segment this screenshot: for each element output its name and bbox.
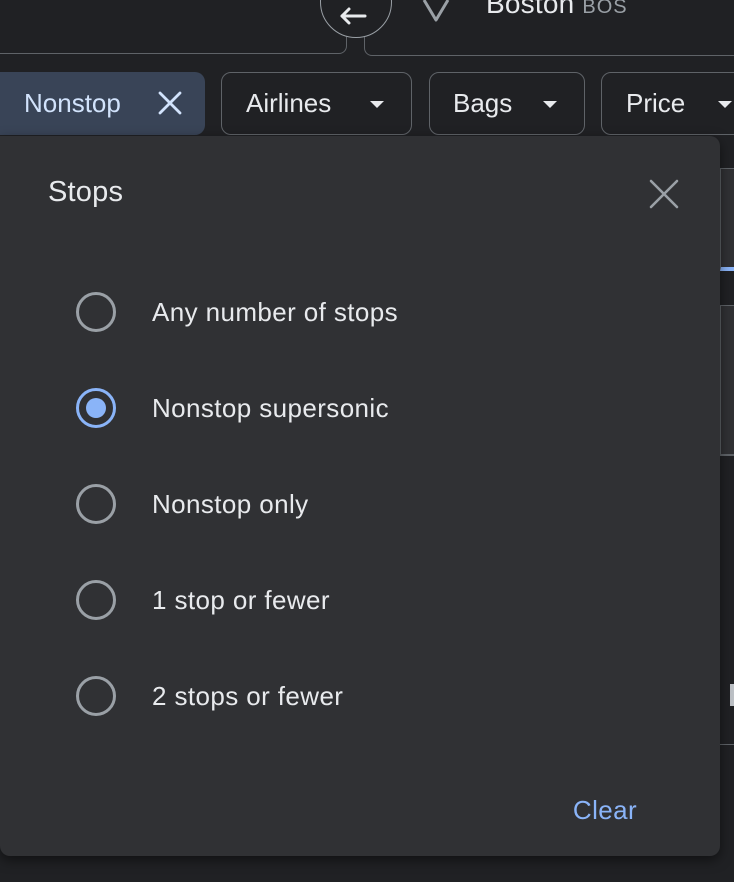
chip-label: Airlines <box>246 88 332 118</box>
stops-option-nonstop-supersonic[interactable]: Nonstop supersonic <box>70 378 630 438</box>
option-label: 1 stop or fewer <box>152 584 330 615</box>
dropdown-caret-icon <box>718 101 732 108</box>
radio-button[interactable] <box>76 388 116 428</box>
nonstop-filter-chip[interactable]: Nonstop <box>0 72 205 135</box>
destination-city: Boston <box>486 0 575 19</box>
chip-label: Bags <box>453 88 513 118</box>
swap-arrows-icon <box>340 7 367 25</box>
close-icon <box>649 179 679 209</box>
radio-button[interactable] <box>76 676 116 716</box>
destination-code: BOS <box>582 0 628 18</box>
background-text-fragment <box>730 684 734 706</box>
dropdown-caret-icon <box>543 101 557 108</box>
location-pin-icon <box>422 0 450 22</box>
panel-title: Stops <box>48 176 124 208</box>
option-label: 2 stops or fewer <box>152 680 344 711</box>
stops-dropdown-panel: Stops Any number of stops Nonstop supers… <box>0 136 720 856</box>
stops-option-two-stops[interactable]: 2 stops or fewer <box>70 666 630 726</box>
dropdown-caret-icon <box>370 101 384 108</box>
origin-field[interactable] <box>0 0 347 54</box>
close-button[interactable] <box>642 172 686 216</box>
option-label: Nonstop supersonic <box>152 392 389 423</box>
background-result-card <box>720 305 734 455</box>
radio-button[interactable] <box>76 580 116 620</box>
radio-button[interactable] <box>76 484 116 524</box>
option-label: Any number of stops <box>152 296 399 327</box>
radio-button[interactable] <box>76 292 116 332</box>
destination-label: Boston BOS <box>486 0 628 20</box>
price-filter-chip[interactable]: Price <box>601 72 734 135</box>
bags-filter-chip[interactable]: Bags <box>429 72 585 135</box>
clear-button[interactable]: Clear <box>560 788 650 832</box>
stops-option-one-stop[interactable]: 1 stop or fewer <box>70 570 630 630</box>
airlines-filter-chip[interactable]: Airlines <box>221 72 412 135</box>
option-label: Nonstop only <box>152 488 309 519</box>
close-icon[interactable] <box>157 90 183 116</box>
stops-option-any[interactable]: Any number of stops <box>70 282 630 342</box>
chip-label: Nonstop <box>24 88 121 118</box>
stops-option-nonstop-only[interactable]: Nonstop only <box>70 474 630 534</box>
chip-label: Price <box>626 88 686 118</box>
background-result-card <box>720 168 734 271</box>
